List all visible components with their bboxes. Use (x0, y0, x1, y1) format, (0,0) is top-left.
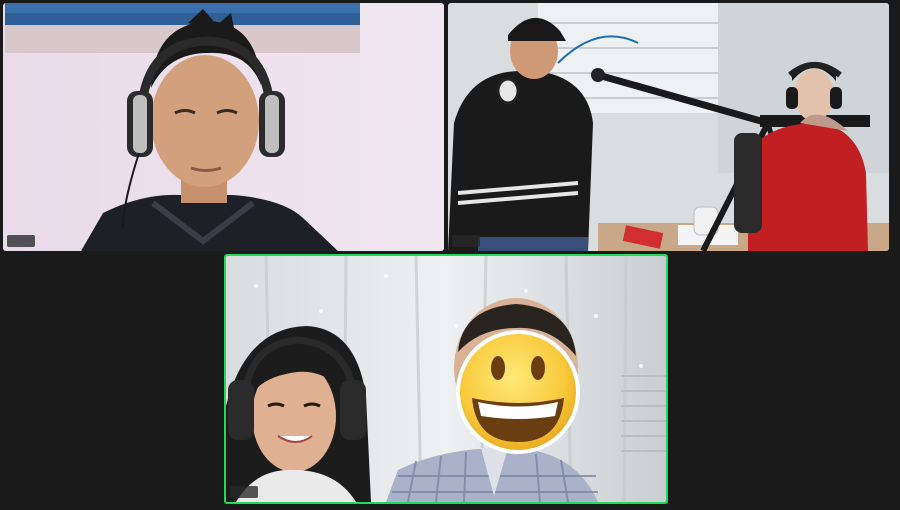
participant-3-name-tag (230, 486, 258, 498)
participant-2-name-tag (452, 235, 480, 247)
participant-2-video (448, 3, 889, 251)
participant-1-name-tag (7, 235, 35, 247)
video-tile-participant-3-active-speaker[interactable] (224, 254, 668, 504)
video-tile-participant-2[interactable] (448, 3, 889, 251)
participant-3-video (226, 256, 666, 502)
participant-1-video (3, 3, 444, 251)
video-tile-participant-1[interactable] (3, 3, 444, 251)
grinning-face-emoji (456, 330, 580, 454)
